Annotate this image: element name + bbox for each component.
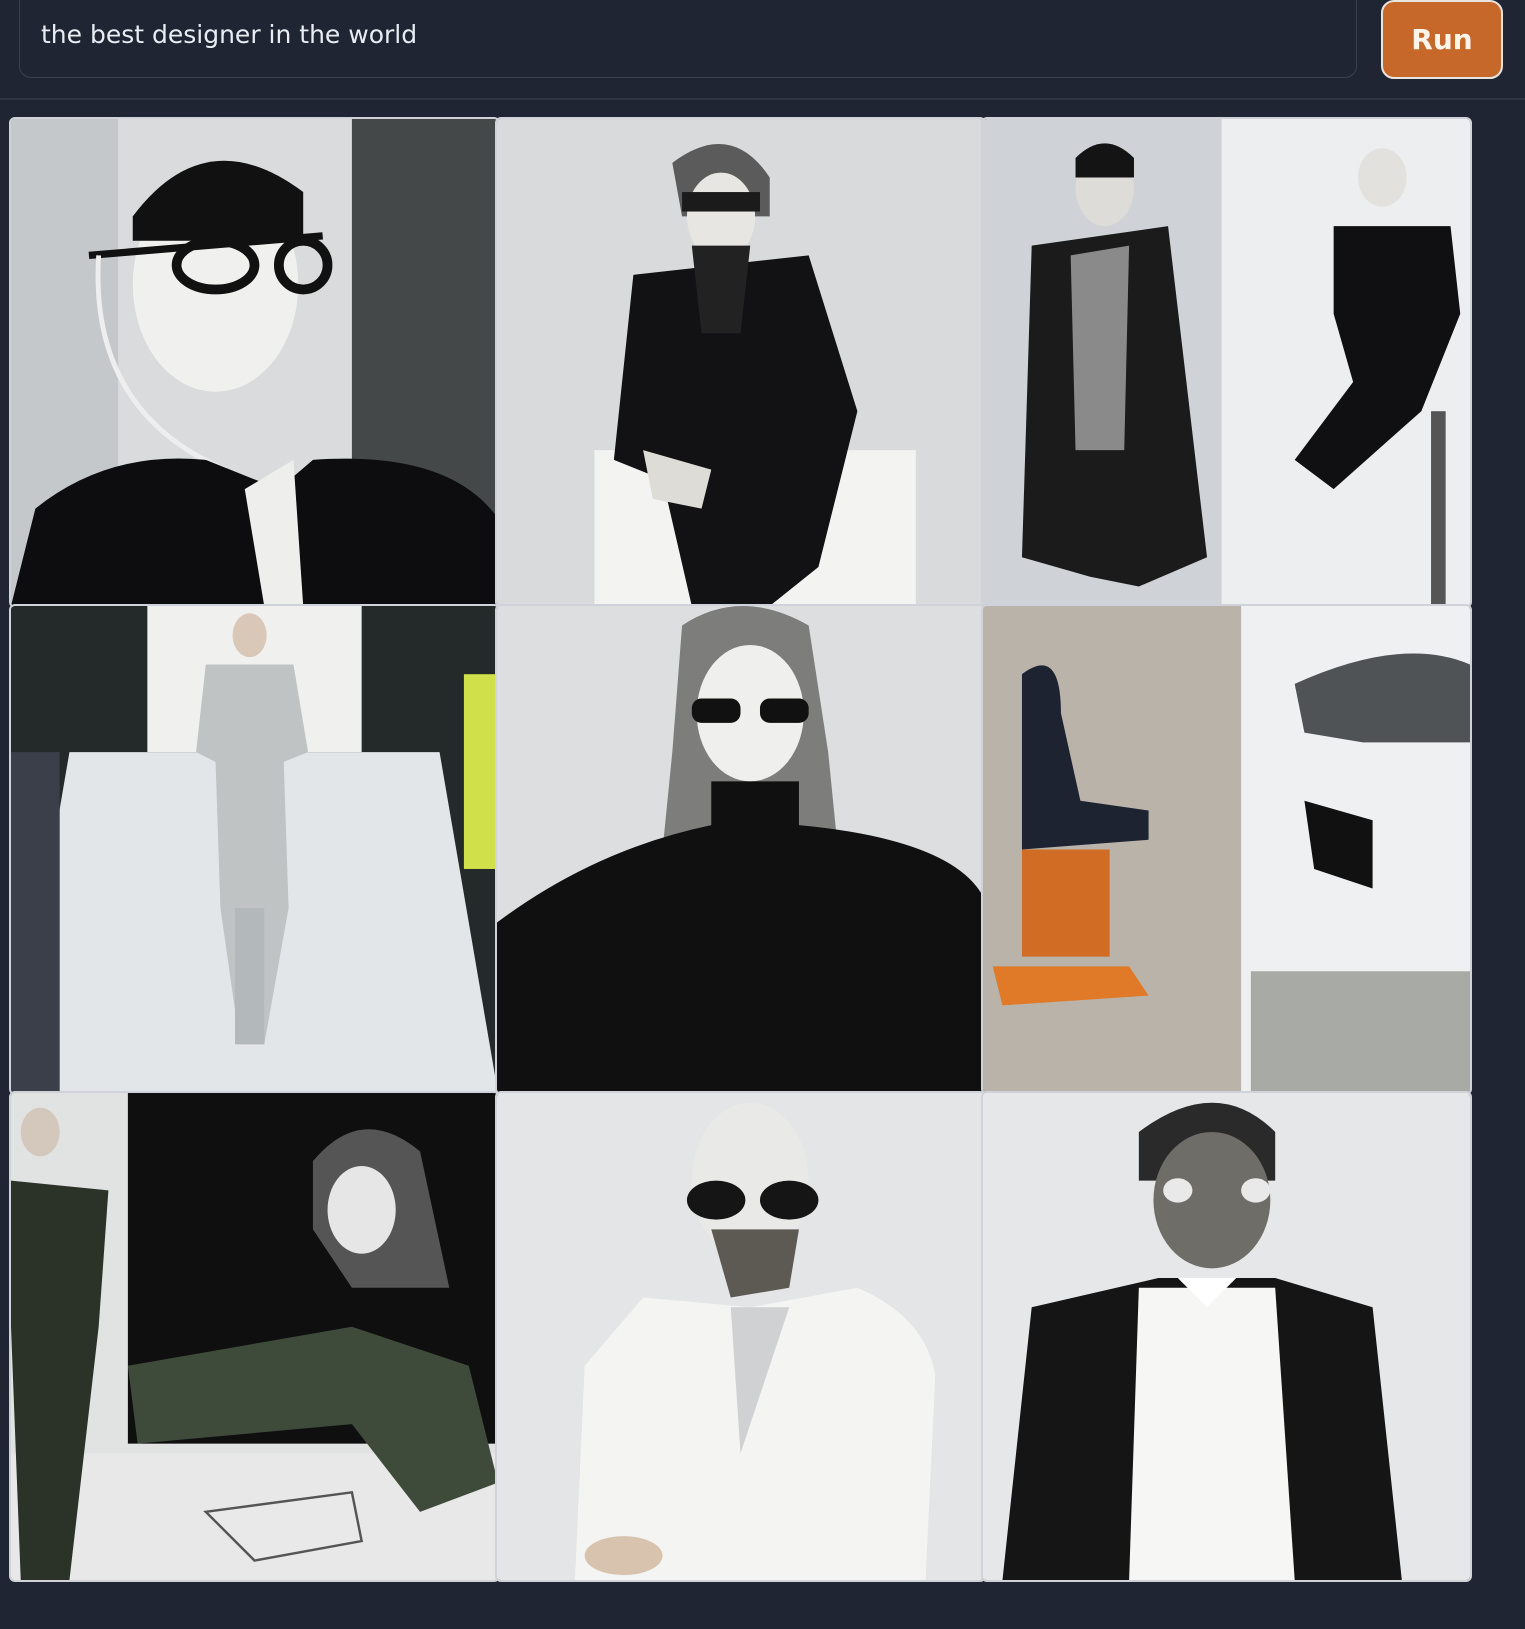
designer-portrait-image xyxy=(11,1093,498,1580)
result-image-7[interactable] xyxy=(9,1091,500,1582)
result-image-4[interactable] xyxy=(9,604,500,1095)
designer-portrait-image xyxy=(497,606,984,1093)
result-image-5[interactable] xyxy=(495,604,986,1095)
designer-portrait-image xyxy=(497,119,984,606)
result-image-1[interactable] xyxy=(9,117,500,608)
result-image-8[interactable] xyxy=(495,1091,986,1582)
designer-portrait-image xyxy=(983,119,1470,606)
designer-portrait-image xyxy=(11,606,498,1093)
designer-portrait-image xyxy=(11,119,498,606)
prompt-input-value: the best designer in the world xyxy=(41,20,418,49)
result-image-3[interactable] xyxy=(981,117,1472,608)
prompt-toolbar: the best designer in the world Run xyxy=(0,0,1525,100)
designer-portrait-image xyxy=(497,1093,984,1580)
result-image-6[interactable] xyxy=(981,604,1472,1095)
prompt-input[interactable]: the best designer in the world xyxy=(19,0,1357,78)
result-image-2[interactable] xyxy=(495,117,986,608)
results-grid xyxy=(9,117,1514,1620)
designer-portrait-image xyxy=(983,606,1470,1093)
run-button[interactable]: Run xyxy=(1381,0,1503,79)
designer-portrait-image xyxy=(983,1093,1470,1580)
result-image-9[interactable] xyxy=(981,1091,1472,1582)
